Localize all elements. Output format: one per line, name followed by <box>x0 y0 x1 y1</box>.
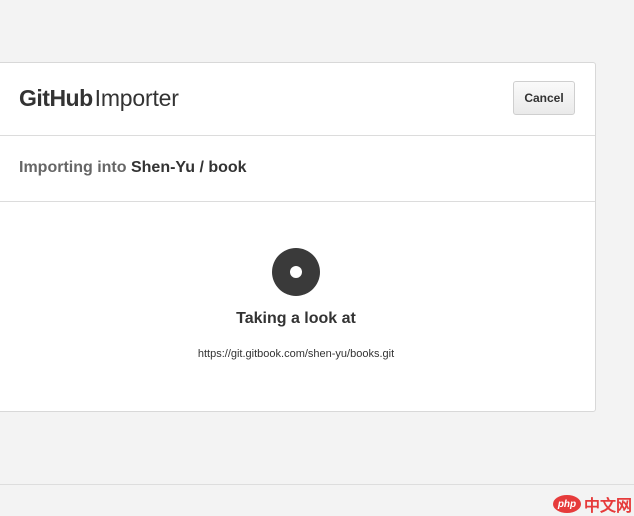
spinner-icon <box>272 248 320 296</box>
repo-owner: Shen-Yu <box>130 159 195 176</box>
cancel-button[interactable]: Cancel <box>513 81 575 115</box>
import-target-prefix: Importing into <box>19 159 131 176</box>
watermark-badge: php <box>552 495 581 513</box>
spinner-center-dot <box>290 266 302 278</box>
repo-separator: / <box>195 159 209 176</box>
logo-importer-text: Importer <box>94 85 179 111</box>
status-title: Taking a look at <box>236 310 356 327</box>
footer-divider <box>0 484 634 485</box>
import-target: Importing into Shen-Yu / book <box>0 136 595 202</box>
importer-card: GitHub Importer Cancel Importing into Sh… <box>0 62 596 412</box>
site-watermark: php 中文网 <box>552 492 632 516</box>
repo-name: book <box>208 159 247 176</box>
import-target-text: Importing into Shen-Yu / book <box>19 159 247 177</box>
watermark-text: 中文网 <box>583 498 632 515</box>
logo-github-text: GitHub <box>19 85 93 111</box>
card-header: GitHub Importer Cancel <box>0 63 595 136</box>
status-panel: Taking a look at https://git.gitbook.com… <box>0 202 595 412</box>
github-importer-logo: GitHub Importer <box>19 85 179 115</box>
source-url: https://git.gitbook.com/shen-yu/books.gi… <box>197 348 395 360</box>
